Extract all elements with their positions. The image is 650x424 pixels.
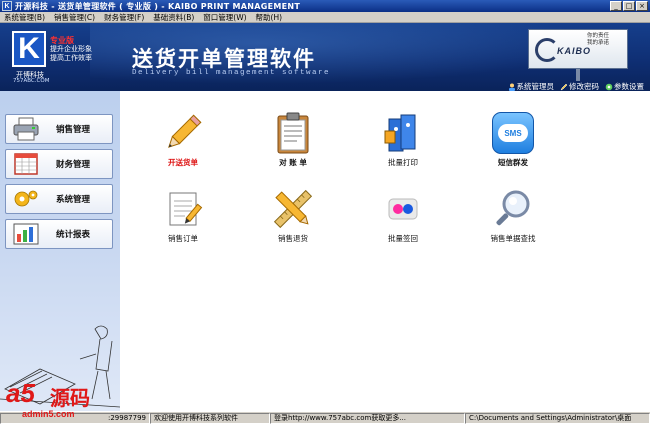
- bar-chart-icon: [12, 222, 40, 246]
- menu-help[interactable]: 帮助(H): [256, 12, 283, 23]
- kaibo-brand: KAIBO: [557, 46, 591, 56]
- tile-sales-return[interactable]: 销售退货: [248, 187, 338, 244]
- admin-link-label: 系统管理员: [516, 82, 555, 91]
- tile-sales-order[interactable]: 销售订单: [138, 187, 228, 244]
- tile-label-sms-broadcast: 短信群发: [498, 158, 528, 167]
- menu-sales[interactable]: 销售管理(C): [54, 12, 95, 23]
- billboard-pole: [576, 69, 580, 81]
- sidebar-item-finance[interactable]: 财务管理: [5, 149, 113, 179]
- status-welcome: 欢迎使用开博科技系列软件: [150, 412, 270, 424]
- header-links: 系统管理员 修改密码 参数设置: [508, 81, 644, 92]
- sidebar-label-reports: 统计报表: [56, 230, 91, 240]
- tile-label-statement: 对 账 单: [279, 158, 307, 167]
- user-icon: [508, 83, 515, 91]
- minimize-button[interactable]: _: [610, 1, 622, 11]
- kaibo-billboard: KAIBO 你的责任 我的承诺: [528, 29, 628, 69]
- flickr-dots-icon: [381, 187, 425, 231]
- change-password-label: 修改密码: [569, 82, 599, 91]
- kaibo-slogan: 你的责任 我的承诺: [587, 33, 609, 47]
- window-title: 开源科技 - 送货单管理软件 ( 专业版 ) - KAIBO PRINT MAN…: [15, 1, 301, 11]
- logo-slogan: 提升企业形象 提高工作效率: [50, 45, 110, 63]
- tile-label-batch-print: 批量打印: [388, 158, 418, 167]
- sidebar-label-system: 系统管理: [56, 195, 91, 205]
- settings-label: 参数设置: [614, 82, 644, 91]
- notepad-icon: [161, 187, 205, 231]
- clipboard-icon: [271, 111, 315, 155]
- watermark-url: admin5.com: [22, 409, 75, 419]
- ruler-pencil-icon: [271, 187, 315, 231]
- tile-new-delivery[interactable]: 开送货单: [138, 111, 228, 168]
- menu-basic-data[interactable]: 基础资料(B): [153, 12, 194, 23]
- menu-window[interactable]: 窗口管理(W): [203, 12, 246, 23]
- tile-batch-print[interactable]: 批量打印: [358, 111, 448, 168]
- menu-bar: 系统管理(B) 销售管理(C) 财务管理(F) 基础资料(B) 窗口管理(W) …: [0, 12, 650, 23]
- tile-label-sales-search: 销售单据查找: [490, 234, 536, 243]
- company-url: 757ABC.COM: [13, 78, 50, 84]
- tile-label-sales-return: 销售退货: [278, 234, 308, 243]
- watermark-a5: a5: [6, 378, 35, 408]
- binders-icon: [381, 111, 425, 155]
- status-login-info: 登录http://www.757abc.com获取更多...: [270, 412, 465, 424]
- app-icon: K: [2, 1, 12, 11]
- tile-sales-search[interactable]: 销售单据查找: [468, 187, 558, 244]
- sms-bubble: SMS: [498, 124, 528, 142]
- pencil-icon: [161, 111, 205, 155]
- tile-sms-broadcast[interactable]: SMS 短信群发: [468, 111, 558, 168]
- main-panel: 开送货单 对 账 单 批量打印 SMS 短信群发 销售订单 销售退货 批量签回 …: [120, 91, 650, 411]
- settings-link[interactable]: 参数设置: [605, 81, 644, 92]
- menu-finance[interactable]: 财务管理(F): [104, 12, 144, 23]
- gear-icon: [12, 187, 40, 211]
- watermark-overlay: a5 源码 admin5.com: [2, 376, 142, 424]
- admin-link[interactable]: 系统管理员: [508, 81, 555, 92]
- title-bar: K 开源科技 - 送货单管理软件 ( 专业版 ) - KAIBO PRINT M…: [0, 0, 650, 12]
- left-sidebar: 销售管理 财务管理 系统管理 统计报表: [0, 91, 120, 411]
- company-logo: K: [12, 31, 46, 67]
- tile-statement[interactable]: 对 账 单: [248, 111, 338, 168]
- pencil-small-icon: [560, 83, 568, 91]
- tile-label-sales-order: 销售订单: [168, 234, 198, 243]
- sidebar-label-finance: 财务管理: [56, 160, 91, 170]
- sidebar-label-sales: 销售管理: [56, 125, 91, 135]
- settings-icon: [605, 83, 613, 90]
- tile-batch-signback[interactable]: 批量签回: [358, 187, 448, 244]
- tile-label-batch-signback: 批量签回: [388, 234, 418, 243]
- slogan-line-2: 提高工作效率: [50, 54, 92, 62]
- watermark-source: 源码: [50, 386, 90, 410]
- slogan-line-1: 提升企业形象: [50, 45, 92, 53]
- change-password-link[interactable]: 修改密码: [560, 81, 599, 92]
- app-subtitle: Delivery bill management software: [132, 69, 331, 77]
- status-path: C:\Documents and Settings\Administrator\…: [465, 412, 650, 424]
- sms-icon: SMS: [491, 111, 535, 155]
- kaibo-slogan-line-2: 我的承诺: [587, 40, 610, 46]
- kaibo-ring-icon: [535, 38, 559, 62]
- sidebar-item-sales[interactable]: 销售管理: [5, 114, 113, 144]
- sidebar-item-system[interactable]: 系统管理: [5, 184, 113, 214]
- window-controls: _ □ ×: [610, 1, 648, 11]
- printer-icon: [12, 117, 40, 141]
- kaibo-slogan-line-1: 你的责任: [587, 33, 610, 39]
- close-button[interactable]: ×: [636, 1, 648, 11]
- sidebar-item-reports[interactable]: 统计报表: [5, 219, 113, 249]
- magnifier-icon: [491, 187, 535, 231]
- spreadsheet-icon: [12, 152, 40, 176]
- tile-label-new-delivery: 开送货单: [168, 158, 198, 167]
- menu-system[interactable]: 系统管理(B): [4, 12, 45, 23]
- maximize-button[interactable]: □: [623, 1, 635, 11]
